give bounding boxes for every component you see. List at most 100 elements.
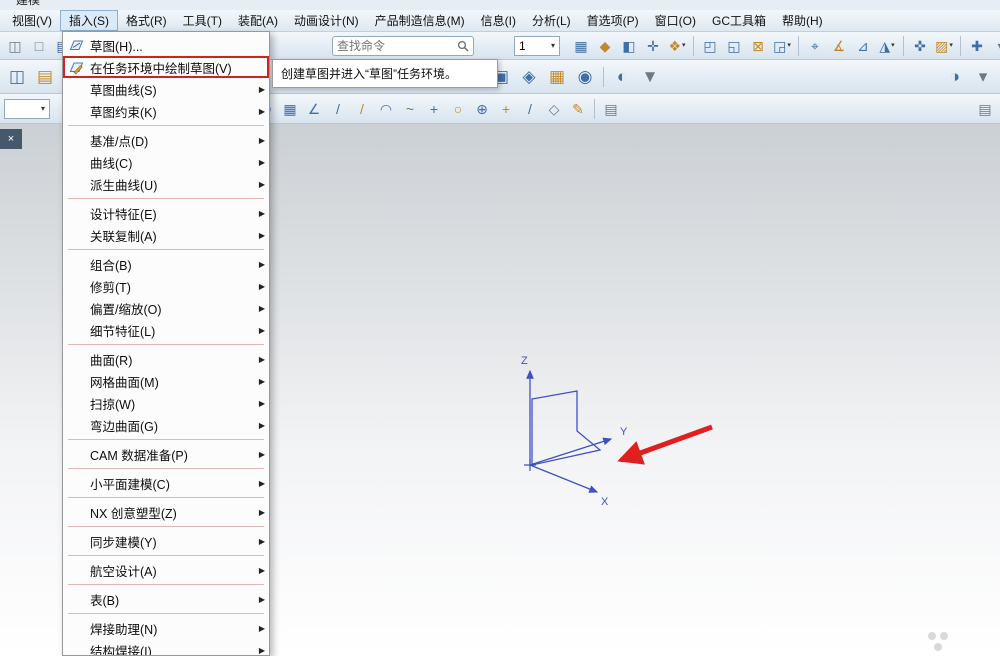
toolbar-icon[interactable]: / — [351, 98, 373, 120]
insert-menu-item[interactable]: 小平面建模(C)▶ — [63, 472, 269, 494]
insert-menu-item[interactable]: 设计特征(E)▶ — [63, 202, 269, 224]
insert-menu-item[interactable]: 结构焊接(I)▶ — [63, 639, 269, 656]
toolbar-icon[interactable]: ✛ — [642, 35, 664, 57]
insert-menu-item-label: 在任务环境中绘制草图(V) — [90, 58, 253, 77]
menubar-item[interactable]: 插入(S) — [60, 10, 118, 31]
insert-menu-item[interactable]: 组合(B)▶ — [63, 253, 269, 275]
toolbar-overflow-icon[interactable]: ▾ — [970, 64, 996, 90]
toolbar-icon[interactable]: + — [495, 98, 517, 120]
menubar-item[interactable]: 工具(T) — [175, 10, 230, 31]
insert-menu-item[interactable]: 草图(H)... — [63, 34, 269, 56]
datum-csys[interactable]: Z Y X — [521, 355, 628, 508]
selection-filter-select[interactable]: ▾ — [4, 99, 50, 119]
insert-menu-item[interactable]: 焊接助理(N)▶ — [63, 617, 269, 639]
dropdown-caret-icon[interactable]: ▾ — [891, 42, 895, 49]
insert-menu-item[interactable]: 细节特征(L)▶ — [63, 319, 269, 341]
toolbar-icon[interactable]: ◇ — [543, 98, 565, 120]
menu-separator — [68, 439, 264, 440]
toolbar-icon[interactable]: ▦ — [570, 35, 592, 57]
dropdown-caret-icon[interactable]: ▾ — [949, 42, 953, 49]
toolbar-icon[interactable]: ◉ — [572, 64, 598, 90]
menubar-item[interactable]: 信息(I) — [473, 10, 524, 31]
x-axis-line[interactable] — [530, 465, 597, 492]
toolbar-icon[interactable]: ✚ — [966, 35, 988, 57]
toolbar-icon[interactable]: ✎ — [567, 98, 589, 120]
menubar-item[interactable]: 首选项(P) — [579, 10, 647, 31]
point-tool-icon[interactable]: + — [423, 98, 445, 120]
insert-menu-item[interactable]: 曲线(C)▶ — [63, 151, 269, 173]
menubar-item[interactable]: 装配(A) — [230, 10, 286, 31]
insert-menu-item[interactable]: 草图曲线(S)▶ — [63, 78, 269, 100]
toolbar-icon[interactable]: ▦ — [544, 64, 570, 90]
menubar-item[interactable]: GC工具箱 — [704, 10, 774, 31]
spline-tool-icon[interactable]: ~ — [399, 98, 421, 120]
command-search-box[interactable] — [332, 36, 474, 56]
menubar-item[interactable]: 分析(L) — [524, 10, 579, 31]
toolbar-icon[interactable]: ❖▾ — [666, 35, 688, 57]
insert-menu-item-label: 同步建模(Y) — [90, 532, 253, 551]
insert-menu-item-label: 表(B) — [90, 590, 253, 609]
insert-menu-item[interactable]: 扫掠(W)▶ — [63, 392, 269, 414]
menubar-item[interactable]: 窗口(O) — [647, 10, 704, 31]
toolbar-icon[interactable]: ◱ — [723, 35, 745, 57]
toolbar-icon[interactable]: ◐ — [609, 64, 635, 90]
toolbar-icon[interactable]: □ — [28, 35, 50, 57]
line-tool-icon[interactable]: / — [327, 98, 349, 120]
toolbar-icon[interactable]: ⊿ — [852, 35, 874, 57]
dropdown-caret-icon[interactable]: ▾ — [787, 42, 791, 49]
toolbar-icon[interactable]: ∡ — [828, 35, 850, 57]
toolbar-icon[interactable]: ⌖ — [804, 35, 826, 57]
search-input[interactable] — [337, 39, 457, 53]
y-axis-line[interactable] — [530, 439, 611, 465]
save-icon[interactable]: ◫ — [4, 35, 26, 57]
insert-menu-item[interactable]: 修剪(T)▶ — [63, 275, 269, 297]
toolbar-icon[interactable]: ▤ — [600, 98, 622, 120]
toolbar-icon[interactable]: ◧ — [618, 35, 640, 57]
toolbar-icon[interactable]: ⊕ — [471, 98, 493, 120]
toolbar-icon[interactable]: ▦ — [279, 98, 301, 120]
toolbar-icon[interactable]: ◑ — [942, 64, 968, 90]
blank-icon-slot — [66, 373, 86, 389]
insert-menu-item[interactable]: 草图约束(K)▶ — [63, 100, 269, 122]
toolbar-icon[interactable]: ∠ — [303, 98, 325, 120]
menubar-item[interactable]: 格式(R) — [118, 10, 175, 31]
toolbar-icon[interactable]: ▤ — [974, 98, 996, 120]
toolbar-icon[interactable]: / — [519, 98, 541, 120]
toolbar-icon[interactable]: ◰ — [699, 35, 721, 57]
panel-close-tab[interactable]: × — [0, 129, 22, 149]
insert-menu-item[interactable]: 同步建模(Y)▶ — [63, 530, 269, 552]
toolbar-icon[interactable]: ◈ — [516, 64, 542, 90]
toolbar-icon[interactable]: ◆ — [594, 35, 616, 57]
menubar-item[interactable]: 动画设计(N) — [286, 10, 367, 31]
toolbar-icon[interactable]: ◲▾ — [771, 35, 793, 57]
insert-menu-item[interactable]: 派生曲线(U)▶ — [63, 173, 269, 195]
toolbar-icon[interactable]: ▨▾ — [933, 35, 955, 57]
insert-menu-item[interactable]: 航空设计(A)▶ — [63, 559, 269, 581]
dropdown-caret-icon[interactable]: ▾ — [682, 42, 686, 49]
insert-menu-item[interactable]: 在任务环境中绘制草图(V) — [63, 56, 269, 78]
toolbar-icon[interactable]: ⊠ — [747, 35, 769, 57]
insert-menu-item[interactable]: 表(B)▶ — [63, 588, 269, 610]
toolbar-icon[interactable]: ◫ — [4, 64, 30, 90]
insert-menu-item[interactable]: 网格曲面(M)▶ — [63, 370, 269, 392]
scale-select[interactable]: 1 ▾ — [514, 36, 560, 56]
arc-tool-icon[interactable]: ◠ — [375, 98, 397, 120]
menubar-item[interactable]: 产品制造信息(M) — [367, 10, 473, 31]
insert-menu-item[interactable]: 基准/点(D)▶ — [63, 129, 269, 151]
insert-menu-item[interactable]: 关联复制(A)▶ — [63, 224, 269, 246]
toolbar-icon[interactable]: ▤ — [32, 64, 58, 90]
insert-menu-item[interactable]: 弯边曲面(G)▶ — [63, 414, 269, 436]
toolbar-icon[interactable]: ✜ — [909, 35, 931, 57]
insert-menu-item[interactable]: 偏置/缩放(O)▶ — [63, 297, 269, 319]
circle-tool-icon[interactable]: ○ — [447, 98, 469, 120]
toolbar-separator — [798, 36, 799, 56]
menubar-item[interactable]: 帮助(H) — [774, 10, 831, 31]
insert-menu-item[interactable]: NX 创意塑型(Z)▶ — [63, 501, 269, 523]
toolbar-icon[interactable]: ▼ — [637, 64, 663, 90]
toolbar-overflow-icon[interactable]: ▾ — [990, 35, 1000, 57]
insert-menu-item[interactable]: 曲面(R)▶ — [63, 348, 269, 370]
insert-menu-item[interactable]: CAM 数据准备(P)▶ — [63, 443, 269, 465]
toolbar-icon[interactable]: ◮▾ — [876, 35, 898, 57]
menubar-item[interactable]: 视图(V) — [4, 10, 60, 31]
blank-icon-slot — [66, 81, 86, 97]
